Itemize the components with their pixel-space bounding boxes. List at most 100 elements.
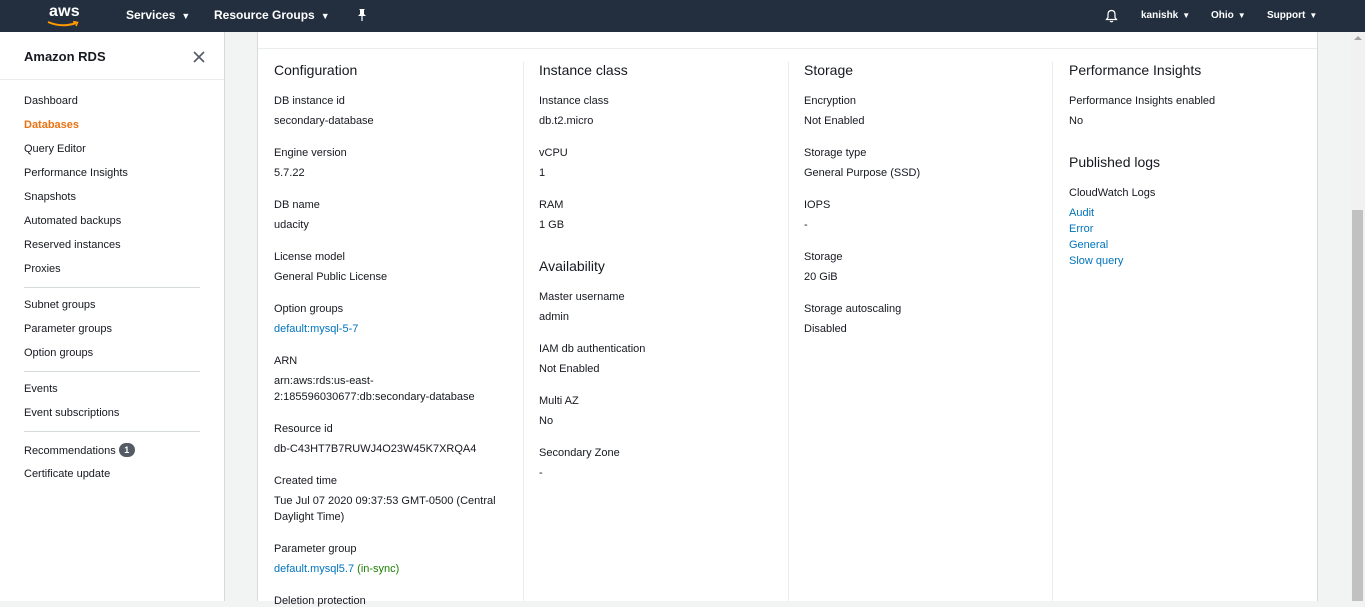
parameter-group-link[interactable]: default.mysql5.7 <box>274 563 354 575</box>
storage-type-value: General Purpose (SSD) <box>804 167 921 179</box>
sidebar-separator <box>24 431 200 432</box>
sidebar-item-subnet-groups[interactable]: Subnet groups <box>24 299 96 311</box>
db-name-label: DB name <box>274 199 320 211</box>
sidebar-item-proxies[interactable]: Proxies <box>24 263 61 275</box>
resource-id-label: Resource id <box>274 423 333 435</box>
user-label: kanishk <box>1141 10 1179 21</box>
panel-divider <box>258 48 1317 49</box>
services-menu[interactable]: Services ▼ <box>126 8 190 22</box>
column-divider <box>788 62 789 601</box>
page-scrollbar[interactable] <box>1350 32 1365 601</box>
created-time-line: Tue Jul 07 2020 09:37:53 GMT-0500 (Centr… <box>274 495 496 507</box>
iops-value: - <box>804 219 808 231</box>
sidebar-item-snapshots[interactable]: Snapshots <box>24 191 76 203</box>
arn-value: arn:aws:rds:us-east- 2:185596030677:db:s… <box>274 373 475 405</box>
region-menu[interactable]: Ohio ▼ <box>1211 10 1246 21</box>
instance-class-label: Instance class <box>539 95 609 107</box>
vcpu-value: 1 <box>539 167 546 179</box>
ram-value: 1 GB <box>539 219 565 231</box>
db-instance-id-label: DB instance id <box>274 95 345 107</box>
master-username-value: admin <box>539 311 569 323</box>
log-link-slow-query[interactable]: Slow query <box>1069 253 1123 269</box>
pin-icon[interactable] <box>356 8 368 25</box>
sidebar-divider <box>0 79 224 80</box>
db-name-value: udacity <box>274 219 309 231</box>
storage-autoscaling-label: Storage autoscaling <box>804 303 902 315</box>
chevron-down-icon: ▼ <box>1237 11 1246 20</box>
instance-class-heading: Instance class <box>539 62 628 78</box>
services-label: Services <box>126 8 176 22</box>
sidebar-item-recommendations[interactable]: Recommendations 1 <box>24 443 135 457</box>
parameter-group-value: default.mysql5.7 (in-sync) <box>274 561 399 577</box>
log-link-audit[interactable]: Audit <box>1069 205 1094 221</box>
sidebar-item-query-editor[interactable]: Query Editor <box>24 143 86 155</box>
region-label: Ohio <box>1211 10 1234 21</box>
iam-auth-value: Not Enabled <box>539 363 600 375</box>
iam-auth-label: IAM db authentication <box>539 343 646 355</box>
created-time-line: Daylight Time) <box>274 511 345 523</box>
storage-heading: Storage <box>804 62 854 78</box>
option-groups-label: Option groups <box>274 303 344 315</box>
column-divider <box>1052 62 1053 601</box>
storage-autoscaling-value: Disabled <box>804 323 847 335</box>
created-time-value: Tue Jul 07 2020 09:37:53 GMT-0500 (Centr… <box>274 493 496 525</box>
close-icon[interactable] <box>193 51 205 66</box>
sidebar-item-label: Recommendations <box>24 445 116 457</box>
arn-label: ARN <box>274 355 298 367</box>
sidebar-item-dashboard[interactable]: Dashboard <box>24 95 78 107</box>
arn-value-line: arn:aws:rds:us-east- <box>274 375 374 387</box>
storage-size-value: 20 GiB <box>804 271 838 283</box>
performance-insights-heading: Performance Insights <box>1069 62 1202 78</box>
multi-az-value: No <box>539 415 554 427</box>
bell-icon[interactable] <box>1105 9 1118 26</box>
scrollbar-thumb[interactable] <box>1352 210 1363 601</box>
sidebar-item-option-groups[interactable]: Option groups <box>24 347 93 359</box>
engine-version-label: Engine version <box>274 147 347 159</box>
parameter-group-label: Parameter group <box>274 543 357 555</box>
scroll-up-icon[interactable] <box>1354 36 1362 40</box>
sidebar-separator <box>24 287 200 288</box>
sidebar-item-databases[interactable]: Databases <box>24 119 79 131</box>
log-link-general[interactable]: General <box>1069 237 1108 253</box>
sidebar-item-events[interactable]: Events <box>24 383 58 395</box>
option-groups-link[interactable]: default:mysql-5-7 <box>274 321 358 337</box>
sidebar-item-parameter-groups[interactable]: Parameter groups <box>24 323 112 335</box>
resource-id-value: db-C43HT7B7RUWJ4O23W45K7XRQA4 <box>274 443 477 455</box>
resource-groups-label: Resource Groups <box>214 8 315 22</box>
count-badge: 1 <box>118 443 135 457</box>
support-label: Support <box>1267 10 1306 21</box>
aws-logo[interactable]: aws <box>46 3 86 29</box>
secondary-zone-label: Secondary Zone <box>539 447 620 459</box>
sidebar-separator <box>24 371 200 372</box>
parameter-group-status: (in-sync) <box>357 563 400 575</box>
user-menu[interactable]: kanishk ▼ <box>1141 10 1190 21</box>
chevron-down-icon: ▼ <box>1182 11 1191 20</box>
storage-size-label: Storage <box>804 251 843 263</box>
sidebar-title: Amazon RDS <box>24 49 106 64</box>
sidebar-item-certificate-update[interactable]: Certificate update <box>24 468 110 480</box>
performance-insights-enabled-value: No <box>1069 115 1084 127</box>
vcpu-label: vCPU <box>539 147 568 159</box>
sidebar-item-event-subscriptions[interactable]: Event subscriptions <box>24 407 119 419</box>
sidebar-item-performance-insights[interactable]: Performance Insights <box>24 167 128 179</box>
multi-az-label: Multi AZ <box>539 395 579 407</box>
db-instance-id-value: secondary-database <box>274 115 374 127</box>
deletion-protection-label: Deletion protection <box>274 595 366 607</box>
sidebar-item-reserved-instances[interactable]: Reserved instances <box>24 239 121 251</box>
encryption-value: Not Enabled <box>804 115 865 127</box>
instance-class-value: db.t2.micro <box>539 115 594 127</box>
secondary-zone-value: - <box>539 467 543 479</box>
resource-groups-menu[interactable]: Resource Groups ▼ <box>214 8 330 22</box>
aws-smile-icon <box>47 21 79 27</box>
chevron-down-icon: ▼ <box>181 11 191 21</box>
log-link-error[interactable]: Error <box>1069 221 1093 237</box>
support-menu[interactable]: Support ▼ <box>1267 10 1317 21</box>
top-navigation: aws Services ▼ Resource Groups ▼ kanishk ▼ … <box>0 0 1365 32</box>
availability-heading: Availability <box>539 258 605 274</box>
license-model-label: License model <box>274 251 345 263</box>
chevron-down-icon: ▼ <box>320 11 330 21</box>
sidebar-item-automated-backups[interactable]: Automated backups <box>24 215 121 227</box>
ram-label: RAM <box>539 199 564 211</box>
column-divider <box>523 62 524 601</box>
aws-logo-text: aws <box>49 3 80 20</box>
